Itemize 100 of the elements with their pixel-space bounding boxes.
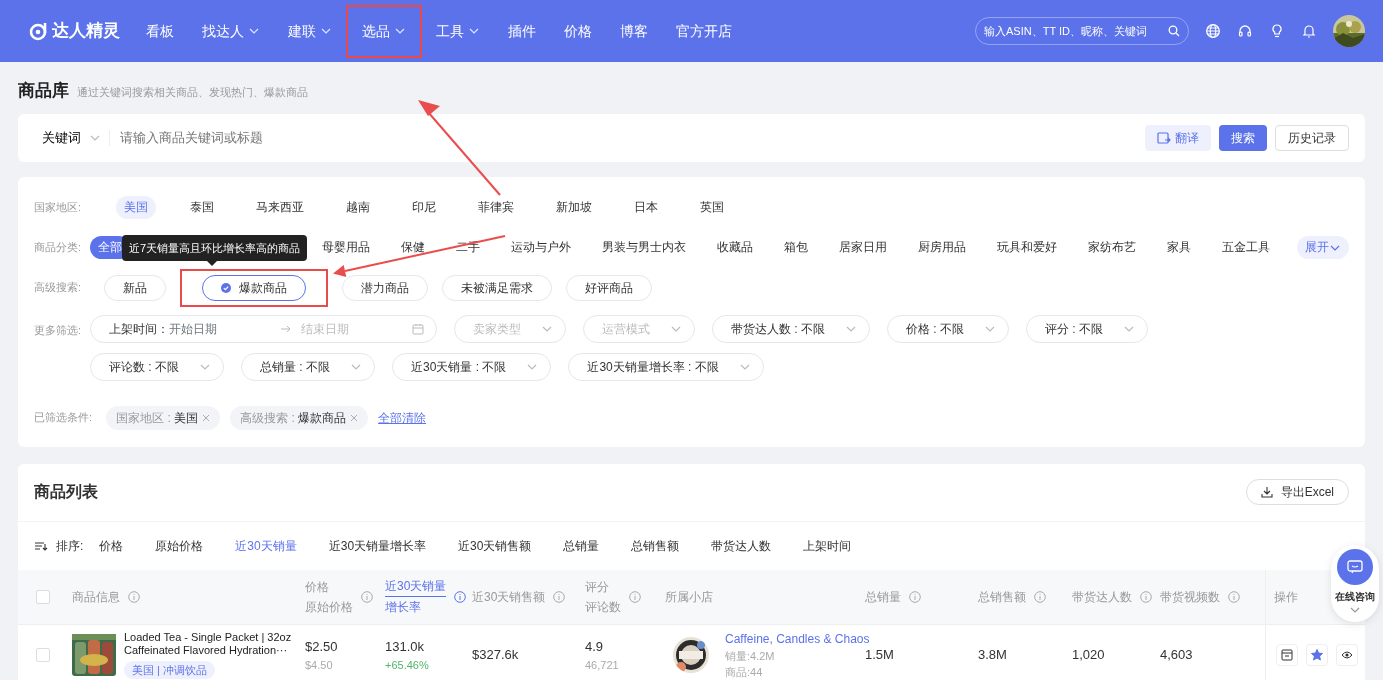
category-option[interactable]: 母婴用品 xyxy=(314,235,378,260)
sales-text: 131.0k xyxy=(385,638,426,656)
store-button[interactable] xyxy=(1276,644,1298,666)
calendar-icon xyxy=(412,322,424,335)
table-cell-text: 3.8M xyxy=(978,646,1007,665)
category-option[interactable]: 居家日用 xyxy=(831,235,895,260)
search-bar[interactable]: 关键词 请输入商品关键词或标题 翻译 搜索 历史记录 xyxy=(18,113,1365,162)
nav-item[interactable]: 找达人 xyxy=(188,8,274,54)
bell-icon[interactable] xyxy=(1301,23,1317,39)
sort-option[interactable]: 近30天销量 xyxy=(235,536,297,555)
category-option[interactable]: 箱包 xyxy=(776,235,816,260)
filter-dropdown[interactable]: 价格 : 不限 xyxy=(887,314,1010,343)
sort-option[interactable]: 近30天销售额 xyxy=(458,536,532,555)
filter-dropdown[interactable]: 带货达人数 : 不限 xyxy=(712,314,870,343)
table-cell-text: 1.5M xyxy=(865,646,894,665)
export-button[interactable]: 导出Excel xyxy=(1245,479,1349,505)
shop-link[interactable]: Caffeine, Candles & Chaos xyxy=(725,631,870,646)
nav-item[interactable]: 价格 xyxy=(550,8,606,54)
filter-label: 已筛选条件: xyxy=(34,410,94,426)
filter-dropdown[interactable]: 评分 : 不限 xyxy=(1026,314,1149,343)
section-title: 商品列表 xyxy=(34,482,98,502)
country-option[interactable]: 泰国 xyxy=(182,195,222,220)
filter-tag: 国家地区 : 美国 xyxy=(106,405,221,430)
sort-icon xyxy=(34,539,48,552)
country-option[interactable]: 英国 xyxy=(692,195,732,220)
chat-button[interactable] xyxy=(1337,549,1373,585)
country-option[interactable]: 美国 xyxy=(116,195,156,220)
page-subtitle: 通过关键词搜索相关商品、发现热门、爆款商品 xyxy=(77,85,308,100)
product-title[interactable]: Loaded Tea - Single Packet | 32oz Caffeinated Flavored Hydration··· xyxy=(124,630,302,657)
chat-label: 在线咨询 xyxy=(1335,590,1375,604)
lightbulb-icon[interactable] xyxy=(1269,23,1285,39)
nav-item[interactable]: 建联 xyxy=(274,8,346,54)
sort-option[interactable]: 原始价格 xyxy=(155,536,204,555)
category-option[interactable]: 五金工具 xyxy=(1214,235,1278,260)
category-option[interactable]: 家具 xyxy=(1159,235,1199,260)
nav-item[interactable]: 工具 xyxy=(422,8,494,54)
filter-tag: 高级搜索 : 爆款商品 xyxy=(230,405,369,430)
table-cell-text: $327.6k xyxy=(472,646,519,665)
country-option[interactable]: 越南 xyxy=(338,195,378,220)
history-button[interactable]: 历史记录 xyxy=(1275,124,1349,151)
translate-button[interactable]: 翻译 xyxy=(1145,124,1211,151)
table-cell-text: 4,603 xyxy=(1160,646,1193,665)
search-type-dropdown[interactable]: 关键词 xyxy=(42,127,101,148)
clear-all-link[interactable]: 全部清除 xyxy=(378,408,427,427)
category-option[interactable]: 家纺布艺 xyxy=(1080,235,1144,260)
arrow-icon xyxy=(280,324,291,333)
country-option[interactable]: 马来西亚 xyxy=(248,195,312,220)
chat-icon xyxy=(1347,559,1363,575)
category-option[interactable]: 男装与男士内衣 xyxy=(594,235,694,260)
filter-pill[interactable]: 好评商品 xyxy=(566,274,652,301)
column-header[interactable]: 近30天销量 增长率 xyxy=(385,576,447,617)
nav-item[interactable]: 选品 xyxy=(346,4,422,58)
category-option[interactable]: 收藏品 xyxy=(709,235,761,260)
category-option[interactable]: 运动与户外 xyxy=(503,235,579,260)
favorite-button[interactable] xyxy=(1306,644,1328,666)
filter-dropdown[interactable]: 总销量 : 不限 xyxy=(241,352,376,381)
country-option[interactable]: 日本 xyxy=(626,195,666,220)
filter-label: 商品分类: xyxy=(34,240,83,256)
country-option[interactable]: 印尼 xyxy=(404,195,444,220)
sort-option[interactable]: 带货达人数 xyxy=(711,536,772,555)
nav-item[interactable]: 博客 xyxy=(606,8,662,54)
filter-pill[interactable]: 潜力商品 xyxy=(342,274,428,301)
country-option[interactable]: 新加坡 xyxy=(548,195,600,220)
nav-item[interactable]: 看板 xyxy=(132,8,188,54)
logo-text: 达人精灵 xyxy=(52,20,120,43)
sort-option[interactable]: 价格 xyxy=(99,536,124,555)
checkbox[interactable] xyxy=(36,589,50,604)
nav-item[interactable]: 插件 xyxy=(494,8,550,54)
filter-dropdown[interactable]: 近30天销量增长率 : 不限 xyxy=(568,352,764,381)
nav-item[interactable]: 官方开店 xyxy=(662,8,746,54)
sort-option[interactable]: 近30天销量增长率 xyxy=(328,536,427,555)
star-icon xyxy=(1311,649,1323,661)
filter-pill[interactable]: 未被满足需求 xyxy=(442,274,552,301)
sort-option[interactable]: 上架时间 xyxy=(803,536,852,555)
filter-pill[interactable]: 新品 xyxy=(104,274,166,301)
search-button[interactable]: 搜索 xyxy=(1219,124,1267,151)
shop-products-text: 商品:44 xyxy=(725,665,764,680)
filter-dropdown[interactable]: 近30天销量 : 不限 xyxy=(392,352,552,381)
sort-label: 排序: xyxy=(56,537,84,555)
check-icon xyxy=(221,282,231,293)
category-option[interactable]: 玩具和爱好 xyxy=(989,235,1065,260)
sort-option[interactable]: 总销售额 xyxy=(631,536,680,555)
original-price-text: $4.50 xyxy=(305,657,334,673)
country-option[interactable]: 菲律宾 xyxy=(470,195,522,220)
headset-icon[interactable] xyxy=(1237,23,1253,39)
view-button[interactable] xyxy=(1336,644,1358,666)
category-option[interactable]: 厨房用品 xyxy=(910,235,974,260)
close-icon[interactable] xyxy=(202,413,211,422)
globe-icon[interactable] xyxy=(1205,23,1221,39)
translate-icon xyxy=(1157,130,1171,145)
filter-pill[interactable]: 爆款商品 xyxy=(202,274,306,301)
checkbox[interactable] xyxy=(36,648,50,662)
filter-dropdown[interactable]: 评论数 : 不限 xyxy=(90,352,224,381)
start-date-field[interactable]: 开始日期 xyxy=(169,319,217,338)
table-cell-text: 1,020 xyxy=(1072,646,1105,665)
expand-button[interactable]: 展开 xyxy=(1297,235,1349,260)
search-icon xyxy=(1168,25,1180,37)
close-icon[interactable] xyxy=(350,413,359,422)
sort-option[interactable]: 总销量 xyxy=(563,536,600,555)
category-option[interactable]: 保健 xyxy=(393,235,433,260)
